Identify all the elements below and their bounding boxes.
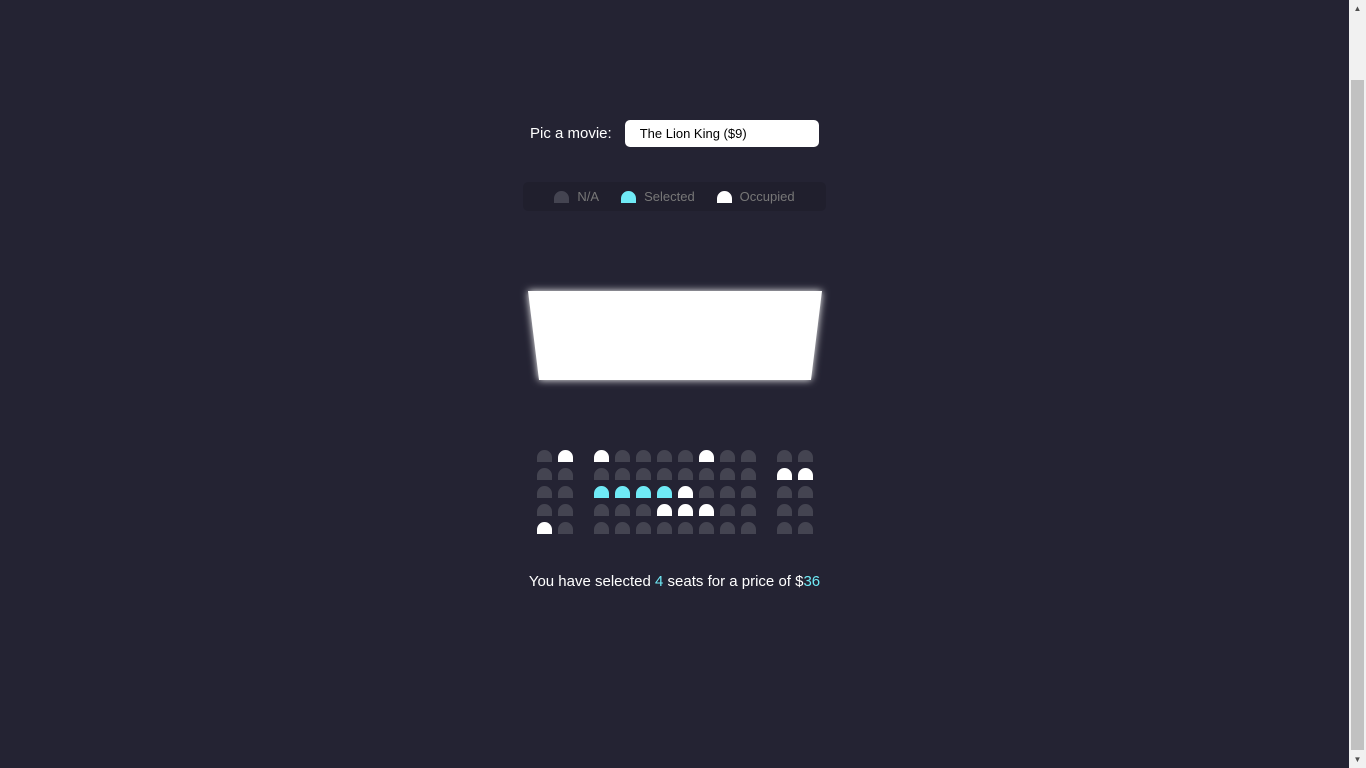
seat[interactable] bbox=[558, 522, 573, 534]
seat[interactable] bbox=[699, 486, 714, 498]
seat[interactable] bbox=[636, 450, 651, 462]
seat[interactable] bbox=[537, 504, 552, 516]
seat bbox=[537, 522, 552, 534]
movie-screen bbox=[524, 287, 826, 385]
seat[interactable] bbox=[636, 504, 651, 516]
seat[interactable] bbox=[777, 504, 792, 516]
seat[interactable] bbox=[741, 486, 756, 498]
scroll-down-arrow-icon[interactable]: ▼ bbox=[1349, 751, 1366, 768]
seat bbox=[558, 450, 573, 462]
seat-na-icon bbox=[554, 190, 570, 203]
legend-item-na: N/A bbox=[554, 189, 599, 204]
seat[interactable] bbox=[699, 522, 714, 534]
legend-label-occupied: Occupied bbox=[739, 189, 795, 204]
seat[interactable] bbox=[594, 486, 609, 498]
movie-select[interactable]: The Lion King ($9) bbox=[624, 120, 819, 147]
seat-selected-icon bbox=[621, 190, 637, 203]
seat[interactable] bbox=[594, 468, 609, 480]
vertical-scrollbar[interactable]: ▲ ▼ bbox=[1349, 0, 1366, 768]
seat bbox=[798, 468, 813, 480]
seat bbox=[678, 504, 693, 516]
seat[interactable] bbox=[657, 450, 672, 462]
seat[interactable] bbox=[720, 522, 735, 534]
seat[interactable] bbox=[741, 522, 756, 534]
seat[interactable] bbox=[615, 522, 630, 534]
legend-label-selected: Selected bbox=[644, 189, 695, 204]
seat[interactable] bbox=[657, 468, 672, 480]
page: Pic a movie: The Lion King ($9) N/A Sele… bbox=[0, 0, 1349, 768]
scrollbar-thumb[interactable] bbox=[1351, 80, 1364, 750]
seat[interactable] bbox=[678, 468, 693, 480]
seat[interactable] bbox=[657, 486, 672, 498]
seat[interactable] bbox=[558, 486, 573, 498]
legend-item-selected: Selected bbox=[621, 189, 695, 204]
seat[interactable] bbox=[741, 468, 756, 480]
seat[interactable] bbox=[777, 450, 792, 462]
seat[interactable] bbox=[615, 468, 630, 480]
seat[interactable] bbox=[558, 468, 573, 480]
seat[interactable] bbox=[615, 504, 630, 516]
seat[interactable] bbox=[777, 522, 792, 534]
seat bbox=[657, 504, 672, 516]
seat[interactable] bbox=[777, 486, 792, 498]
seat bbox=[699, 450, 714, 462]
scroll-up-arrow-icon[interactable]: ▲ bbox=[1349, 0, 1366, 17]
seat-occupied-icon bbox=[716, 190, 732, 203]
seat[interactable] bbox=[657, 522, 672, 534]
seat[interactable] bbox=[699, 468, 714, 480]
legend-item-occupied: Occupied bbox=[716, 189, 795, 204]
seat[interactable] bbox=[615, 486, 630, 498]
seat[interactable] bbox=[537, 486, 552, 498]
total-price: 36 bbox=[803, 573, 821, 590]
seat-legend: N/A Selected Occupied bbox=[523, 182, 826, 211]
seat[interactable] bbox=[720, 468, 735, 480]
seat[interactable] bbox=[798, 504, 813, 516]
summary-middle: seats for a price of $ bbox=[663, 573, 804, 590]
seat[interactable] bbox=[558, 504, 573, 516]
seat[interactable] bbox=[741, 450, 756, 462]
movie-picker: Pic a movie: The Lion King ($9) bbox=[530, 120, 819, 147]
seat[interactable] bbox=[636, 468, 651, 480]
seat bbox=[699, 504, 714, 516]
seat[interactable] bbox=[798, 486, 813, 498]
seat[interactable] bbox=[537, 450, 552, 462]
summary-prefix: You have selected bbox=[528, 573, 656, 590]
seat[interactable] bbox=[537, 468, 552, 480]
seat[interactable] bbox=[594, 504, 609, 516]
legend-label-na: N/A bbox=[577, 189, 600, 204]
seat bbox=[678, 486, 693, 498]
movie-label: Pic a movie: bbox=[530, 125, 612, 142]
seat[interactable] bbox=[720, 486, 735, 498]
seat bbox=[777, 468, 792, 480]
seat[interactable] bbox=[720, 504, 735, 516]
seat[interactable] bbox=[678, 522, 693, 534]
seat[interactable] bbox=[678, 450, 693, 462]
seat[interactable] bbox=[615, 450, 630, 462]
seat[interactable] bbox=[636, 522, 651, 534]
movie-select-value: The Lion King ($9) bbox=[639, 126, 747, 141]
seat[interactable] bbox=[798, 450, 813, 462]
seat bbox=[594, 450, 609, 462]
seat[interactable] bbox=[720, 450, 735, 462]
seat[interactable] bbox=[594, 522, 609, 534]
seat[interactable] bbox=[741, 504, 756, 516]
seat[interactable] bbox=[636, 486, 651, 498]
seat[interactable] bbox=[798, 522, 813, 534]
selection-summary: You have selected 4 seats for a price of… bbox=[0, 573, 1349, 590]
